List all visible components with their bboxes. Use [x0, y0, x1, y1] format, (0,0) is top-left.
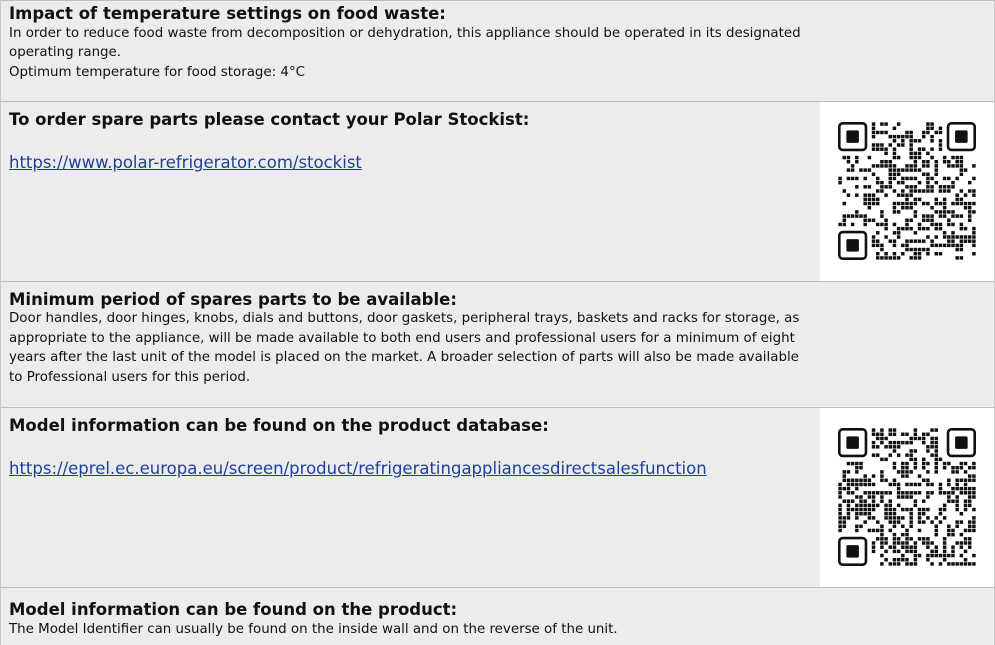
product-heading: Model information can be found on the pr… [9, 600, 458, 619]
spares-period-text-line-3: years after the last unit of the model i… [9, 350, 799, 365]
database-heading: Model information can be found on the pr… [9, 416, 549, 435]
spares-period-text-line-1: Door handles, door hinges, knobs, dials … [9, 311, 800, 326]
temperature-text-line-2: operating range. [9, 45, 122, 60]
stockist-link[interactable]: https://www.polar-refrigerator.com/stock… [9, 152, 362, 174]
eprel-link[interactable]: https://eprel.ec.europa.eu/screen/produc… [9, 458, 707, 480]
qr-code-icon [838, 122, 976, 260]
database-section: Model information can be found on the pr… [1, 408, 994, 588]
spares-order-section: To order spare parts please contact your… [1, 102, 994, 282]
stockist-qr-panel [820, 102, 994, 281]
spares-order-heading: To order spare parts please contact your… [9, 110, 530, 129]
product-text-line-1: The Model Identifier can usually be foun… [9, 622, 618, 637]
temperature-section: Impact of temperature settings on food w… [1, 0, 994, 102]
document-sheet: Impact of temperature settings on food w… [0, 0, 995, 645]
spares-period-section: Minimum period of spares parts to be ava… [1, 282, 994, 408]
temperature-text-line-3: Optimum temperature for food storage: 4°… [9, 65, 305, 80]
product-section: Model information can be found on the pr… [1, 588, 994, 645]
qr-code-icon [838, 428, 976, 566]
spares-period-heading: Minimum period of spares parts to be ava… [9, 290, 457, 309]
temperature-text-line-1: In order to reduce food waste from decom… [9, 26, 801, 41]
eprel-qr-panel [820, 408, 994, 587]
temperature-heading: Impact of temperature settings on food w… [9, 4, 446, 23]
spares-period-text-line-4: to Professional users for this period. [9, 370, 251, 385]
spares-period-text-line-2: appropriate to the appliance, will be ma… [9, 331, 795, 346]
